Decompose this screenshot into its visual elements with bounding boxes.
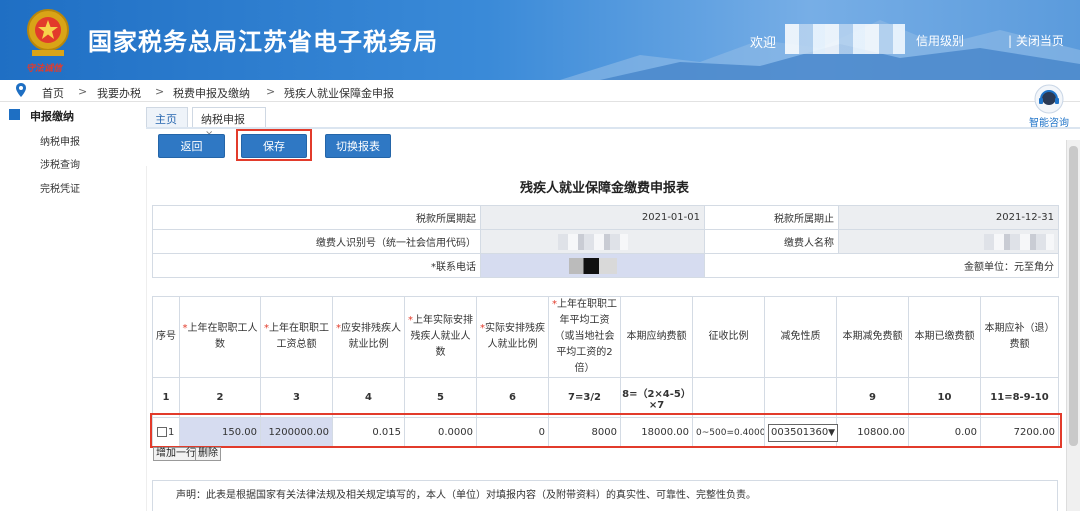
delete-row-button[interactable]: 删除	[195, 447, 221, 461]
sidebar: 申报缴纳 纳税申报 涉税查询 完税凭证	[0, 103, 140, 511]
col-header: 减免性质	[764, 296, 837, 378]
sidebar-item-tax-query[interactable]: 涉税查询	[40, 156, 80, 171]
back-button[interactable]: 返回	[158, 134, 225, 158]
breadcrumb-current: 残疾人就业保障金申报	[284, 87, 394, 100]
period-start-label: 税款所属期起	[152, 205, 481, 230]
col-header: 本期应纳费额	[620, 296, 693, 378]
col-header: *上年在职职工工资总额	[260, 296, 333, 378]
col-header: *应安排残疾人就业比例	[332, 296, 405, 378]
scroll-thumb[interactable]	[1069, 146, 1078, 446]
vertical-scrollbar[interactable]	[1066, 140, 1080, 511]
col-header: 征收比例	[692, 296, 765, 378]
info-table: 税款所属期起 2021-01-01 税款所属期止 2021-12-31 缴费人识…	[152, 205, 1059, 278]
col-header: 本期减免费额	[836, 296, 909, 378]
payer-id-field	[480, 229, 705, 254]
close-page-link[interactable]: | 关闭当页	[1008, 32, 1064, 49]
col-header: 序号	[152, 296, 180, 378]
phone-label: *联系电话	[152, 253, 481, 278]
col-header: *上年实际安排残疾人就业人数	[404, 296, 477, 378]
col-header: 本期应补（退）费额	[980, 296, 1059, 378]
sidebar-heading-label: 申报缴纳	[30, 110, 74, 123]
period-start-field: 2021-01-01	[480, 205, 705, 230]
header-row: 序号 *上年在职职工人数 *上年在职职工工资总额 *应安排残疾人就业比例 *上年…	[152, 296, 1059, 378]
credit-level-link[interactable]: 信用级别	[916, 32, 964, 49]
switch-report-button[interactable]: 切换报表	[325, 134, 391, 158]
breadcrumb-tax-service[interactable]: 我要办税	[97, 85, 141, 101]
phone-input[interactable]	[480, 253, 705, 278]
col-number: 7=3/2	[548, 377, 621, 418]
tab-home-label: 主页	[155, 113, 177, 126]
col-number: 11=8-9-10	[980, 377, 1059, 418]
add-row-button[interactable]: 增加一行	[153, 447, 199, 461]
col-header: *实际安排残疾人就业比例	[476, 296, 549, 378]
smart-assistant-button[interactable]: 智能咨询	[1024, 82, 1074, 129]
site-header: 守法诚信 国家税务总局江苏省电子税务局 欢迎 信用级别 | 关闭当页	[0, 0, 1080, 80]
col-header: 本期已缴费额	[908, 296, 981, 378]
save-highlight-box	[236, 129, 312, 161]
col-number	[764, 377, 837, 418]
breadcrumb: 首页 > 我要办税 > 税费申报及缴纳 > 残疾人就业保障金申报	[0, 80, 1080, 102]
slogan: 守法诚信	[26, 64, 63, 74]
col-number: 3	[260, 377, 333, 418]
breadcrumb-filing[interactable]: 税费申报及缴纳	[173, 85, 250, 101]
period-end-label: 税款所属期止	[704, 205, 839, 230]
col-header: *上年在职职工年平均工资（或当地社会平均工资的2倍）	[548, 296, 621, 378]
location-pin-icon	[16, 83, 26, 97]
tax-emblem-icon	[27, 9, 69, 56]
unit-note: 金额单位：元至角分	[704, 253, 1059, 278]
col-number: 2	[179, 377, 261, 418]
payer-name-label: 缴费人名称	[704, 229, 839, 254]
breadcrumb-separator: >	[266, 85, 276, 98]
sidebar-item-tax-filing[interactable]: 纳税申报	[40, 133, 80, 148]
period-end-field: 2021-12-31	[838, 205, 1059, 230]
col-number: 1	[152, 377, 180, 418]
tab-home[interactable]: 主页	[146, 107, 188, 127]
numbering-row: 1 2 3 4 5 6 7=3/2 8=（2×4-5）×7 9 10 11=8-…	[152, 377, 1059, 418]
redacted-value	[568, 257, 617, 274]
col-number: 5	[404, 377, 477, 418]
breadcrumb-separator: >	[78, 85, 88, 98]
redacted-value	[557, 233, 628, 250]
breadcrumb-home[interactable]: 首页	[42, 85, 64, 101]
payer-name-field	[838, 229, 1059, 254]
col-number: 4	[332, 377, 405, 418]
sidebar-item-tax-certificate[interactable]: 完税凭证	[40, 180, 80, 195]
menu-square-icon	[9, 109, 20, 120]
breadcrumb-separator: >	[155, 85, 165, 98]
col-number: 9	[836, 377, 909, 418]
tab-tax-filing[interactable]: 纳税申报×	[192, 107, 266, 140]
redacted-value	[984, 233, 1054, 250]
payer-id-label: 缴费人识别号（统一社会信用代码）	[152, 229, 481, 254]
welcome-text: 欢迎	[750, 36, 777, 51]
col-number: 6	[476, 377, 549, 418]
tab-tax-filing-label: 纳税申报	[201, 113, 245, 126]
col-number: 10	[908, 377, 981, 418]
data-row-highlight-box	[150, 413, 1062, 448]
headset-icon	[1034, 84, 1064, 114]
site-title: 国家税务总局江苏省电子税务局	[88, 28, 438, 56]
col-number	[692, 377, 765, 418]
form-title: 残疾人就业保障金缴费申报表	[520, 181, 690, 196]
sidebar-heading[interactable]: 申报缴纳	[9, 108, 74, 124]
redacted-username	[785, 24, 905, 54]
col-number: 8=（2×4-5）×7	[620, 377, 693, 418]
col-header: *上年在职职工人数	[179, 296, 261, 378]
declaration-text: 声明：此表是根据国家有关法律法规及相关规定填写的，本人（单位）对填报内容（及附带…	[176, 490, 756, 501]
